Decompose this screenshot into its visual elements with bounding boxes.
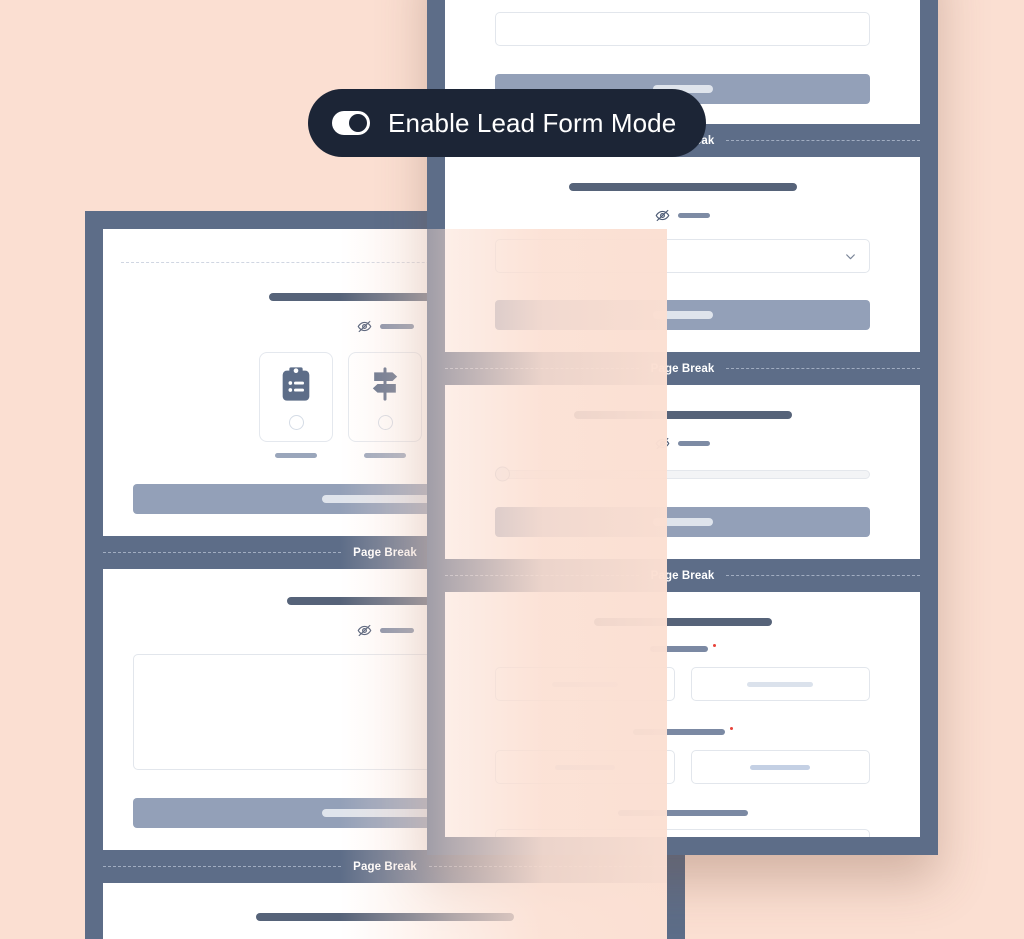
input-placeholder [750,764,811,770]
divider-line-left [103,866,342,867]
section-title-placeholder [573,411,792,419]
submit-button-placeholder[interactable] [495,300,870,330]
chevron-down-icon [846,253,855,259]
slider-block [445,385,920,559]
button-label-placeholder [652,518,713,526]
choice-label-placeholder [275,453,317,458]
divider-line-right [726,575,920,576]
canvas: First Page [0,0,1024,939]
section-title-placeholder [593,618,772,626]
page-break-divider[interactable]: Page Break [445,559,920,592]
field-label-row [495,644,870,654]
field-label-row [495,727,870,737]
divider-line-right [726,368,920,369]
slider-track [495,469,870,479]
range-slider[interactable] [495,466,870,482]
field-label-placeholder [632,729,725,735]
field-row [495,667,870,701]
select-field[interactable] [495,239,870,273]
section-title-placeholder [568,183,797,191]
eye-off-icon[interactable] [655,208,670,223]
input-placeholder [747,681,814,687]
choice-radio[interactable] [377,415,393,430]
enable-lead-form-mode-pill[interactable]: Enable Lead Form Mode [308,89,707,157]
page-break-divider[interactable]: Page Break [445,352,920,385]
divider-line-left [103,552,342,553]
page-break-label: Page Break [650,569,715,582]
page-break-label: Page Break [353,860,417,873]
button-label-placeholder [652,311,713,319]
toggle-switch-icon[interactable] [332,111,370,135]
signpost-icon [372,367,398,401]
eye-off-icon[interactable] [655,436,670,451]
section-title-placeholder [256,913,514,921]
page-break-label: Page Break [353,546,417,559]
choice-card[interactable] [259,352,333,442]
slider-handle[interactable] [495,466,510,482]
choice-option[interactable] [259,352,333,458]
partial-block [103,883,667,921]
form-block [445,592,920,837]
input-placeholder [551,681,618,687]
visibility-row [495,436,870,451]
clipboard-list-icon [282,367,310,401]
page-break-label: Page Break [650,362,715,375]
text-input-field[interactable] [495,667,675,701]
select-block [445,157,920,352]
submit-button-placeholder[interactable] [495,507,870,537]
field-label-placeholder [617,810,748,816]
field-label-row [495,810,870,816]
visibility-label-placeholder [379,628,414,633]
visibility-label-placeholder [379,324,414,329]
required-marker [729,727,733,730]
visibility-row [495,208,870,223]
divider-line-left [445,575,639,576]
lead-form-mode-label: Enable Lead Form Mode [388,107,677,138]
choice-label-placeholder [364,453,406,458]
input-placeholder [554,764,615,770]
text-input-field[interactable] [495,12,870,46]
text-input-field[interactable] [690,667,870,701]
required-marker [712,644,716,647]
choice-card[interactable] [348,352,422,442]
toggle-knob [349,114,367,132]
divider-line-right [726,140,920,141]
choice-option[interactable] [348,352,422,458]
choice-radio[interactable] [288,415,304,430]
field-row [495,750,870,784]
visibility-label-placeholder [678,441,710,446]
text-input-field[interactable] [690,750,870,784]
text-input-field[interactable] [495,829,870,837]
divider-line-right [428,866,667,867]
visibility-label-placeholder [678,213,710,218]
eye-off-icon[interactable] [357,319,372,334]
divider-line-left [445,368,639,369]
eye-off-icon[interactable] [357,623,372,638]
field-label-placeholder [649,646,708,652]
text-input-field[interactable] [495,750,675,784]
